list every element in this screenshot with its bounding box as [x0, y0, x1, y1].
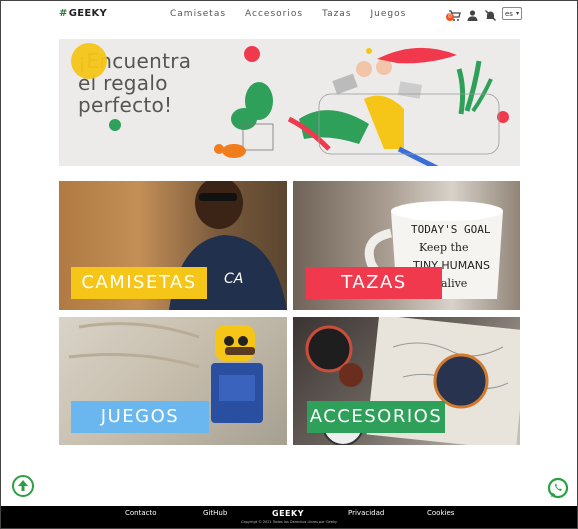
banner-title-line: ¡Encuentra [78, 49, 192, 73]
svg-text:CA: CA [224, 271, 243, 287]
header-actions: 0 es ▾ [446, 7, 522, 21]
brand-logo[interactable]: #GEEKY [59, 8, 107, 19]
category-tile-camisetas[interactable]: CA CAMISETAS [59, 181, 287, 310]
nav-link-accesorios[interactable]: Accesorios [245, 9, 303, 19]
footer-link-github[interactable]: GitHub [203, 509, 227, 517]
language-select[interactable]: es ▾ [502, 7, 522, 20]
whatsapp-icon [547, 477, 569, 499]
category-tile-accesorios[interactable]: ACCESORIOS [293, 317, 520, 445]
scroll-to-top-button[interactable] [12, 475, 34, 497]
top-navbar: #GEEKY Camisetas Accesorios Tazas Juegos… [1, 1, 577, 31]
svg-text:alive: alive [441, 277, 467, 290]
sofa-outline [318, 93, 500, 155]
category-label: JUEGOS [71, 401, 209, 433]
user-icon[interactable] [466, 7, 479, 21]
category-label: ACCESORIOS [307, 401, 445, 433]
nav-link-juegos[interactable]: Juegos [371, 9, 407, 19]
category-label: CAMISETAS [71, 267, 207, 299]
cart-icon[interactable]: 0 [446, 7, 461, 21]
plant-left-icon [231, 82, 274, 151]
deco-yellow-dot [366, 48, 372, 54]
category-tile-tazas[interactable]: TODAY'S GOAL Keep the TINY HUMANS alive … [293, 181, 520, 310]
cart-count-badge: 0 [446, 13, 454, 21]
deco-red-dot [244, 46, 260, 62]
cat-icon [214, 144, 246, 158]
plant-right-icon [456, 60, 493, 115]
hero-banner: ¡Encuentra el regalo perfecto! [59, 39, 520, 166]
banner-title-line: perfecto! [78, 93, 173, 117]
notifications-off-icon[interactable] [484, 7, 497, 21]
footer-link-cookies[interactable]: Cookies [427, 509, 454, 517]
deco-green-dot [311, 126, 317, 132]
svg-text:TODAY'S GOAL: TODAY'S GOAL [411, 223, 491, 236]
category-label: TAZAS [306, 267, 442, 299]
banner-title-line: el regalo [78, 71, 168, 95]
category-tile-juegos[interactable]: JUEGOS [59, 317, 287, 445]
nav-link-camisetas[interactable]: Camisetas [170, 9, 226, 19]
svg-text:Keep the: Keep the [419, 241, 469, 254]
banner-title: ¡Encuentra el regalo perfecto! [78, 50, 191, 116]
arrow-up-icon [18, 480, 28, 491]
footer-link-privacidad[interactable]: Privacidad [348, 509, 384, 517]
footer-link-contacto[interactable]: Contacto [125, 509, 157, 517]
main-nav: Camisetas Accesorios Tazas Juegos [170, 9, 406, 19]
deco-green-dot [109, 119, 121, 131]
nav-link-tazas[interactable]: Tazas [322, 9, 351, 19]
whatsapp-button[interactable] [547, 477, 569, 499]
chevron-down-icon: ▾ [515, 10, 519, 17]
people-illustration [287, 47, 457, 166]
footer-copyright: Copyrhgt © 2021 Todos los Derechos Libre… [241, 520, 337, 524]
deco-red-dot [497, 111, 509, 123]
footer-logo[interactable]: GEEKY [272, 509, 304, 518]
logo-hash-icon: # [59, 8, 68, 19]
language-value: es [505, 9, 513, 18]
site-footer: Contacto GitHub GEEKY Privacidad Cookies… [1, 506, 577, 528]
